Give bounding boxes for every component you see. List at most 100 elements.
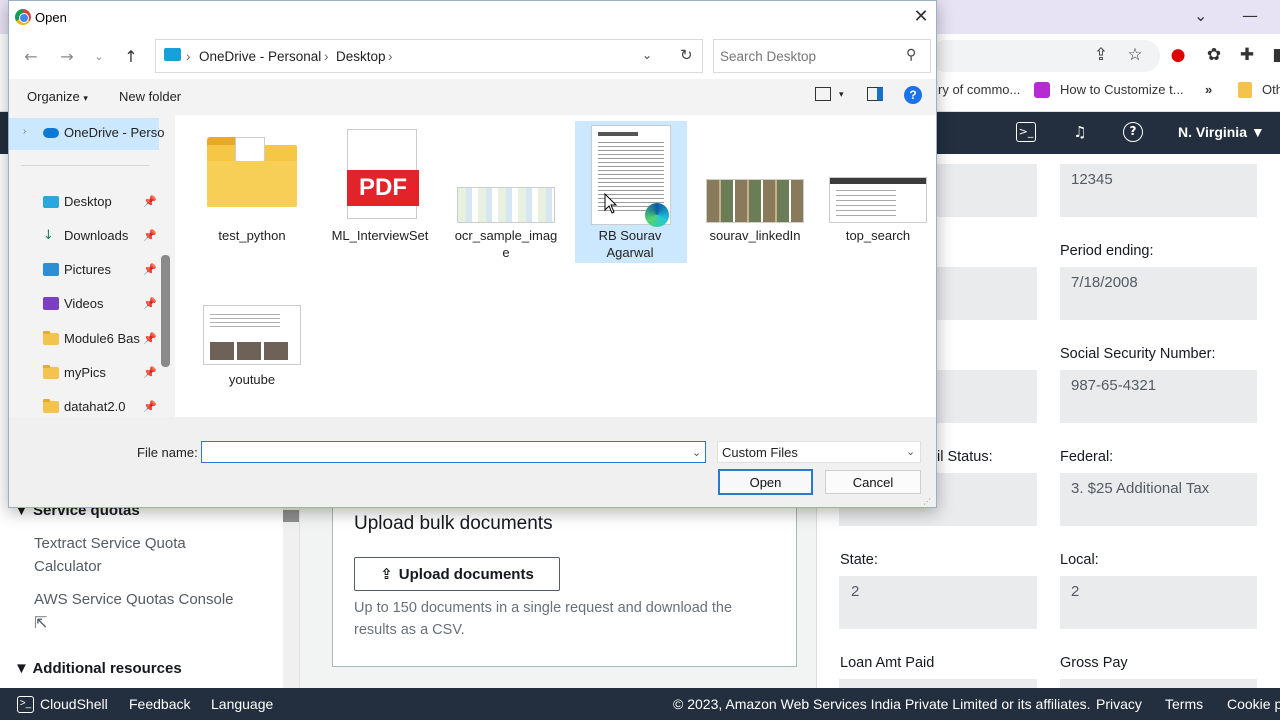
image-thumbnail [706, 179, 804, 223]
chrome-icon [15, 9, 31, 25]
footer-terms[interactable]: Terms [1165, 696, 1203, 712]
file-item[interactable]: sourav_linkedIn [700, 121, 810, 261]
breadcrumb-desktop[interactable]: Desktop [336, 49, 386, 64]
organize-button[interactable]: Organize ▾ [27, 89, 88, 104]
footer-cloudshell[interactable]: CloudShell [40, 696, 108, 712]
help-icon[interactable]: ? [1123, 122, 1143, 142]
image-thumbnail [829, 177, 927, 223]
region-selector[interactable]: N. Virginia ▼ [1178, 124, 1265, 140]
state-label: State: [840, 552, 878, 568]
dialog-nav-row: ← → ⌄ ↑ › OneDrive - Personal › Desktop … [9, 33, 936, 79]
tab-search-chevron-icon[interactable]: ⌄ [1194, 6, 1207, 25]
federal-value: 3. $25 Additional Tax [1071, 480, 1210, 497]
breadcrumb-separator: › [186, 49, 191, 64]
new-folder-button[interactable]: New folder [119, 89, 181, 104]
cloudshell-icon[interactable]: >_ [17, 696, 34, 713]
help-icon[interactable]: ? [904, 86, 922, 104]
nav-module6[interactable]: Module6 Bas [43, 330, 140, 346]
file-name-input[interactable] [202, 442, 672, 462]
nav-datahat-label: datahat2.0 [64, 399, 126, 414]
star-icon[interactable]: ☆ [1124, 44, 1146, 66]
footer-privacy[interactable]: Privacy [1096, 696, 1142, 712]
field-value: 12345 [1071, 171, 1113, 188]
bookmark-item[interactable]: How to Customize t... [1060, 82, 1184, 98]
sidebar-scrollbar[interactable] [283, 500, 299, 688]
share-icon[interactable]: ⇪ [1090, 44, 1112, 66]
file-type-value: Custom Files [722, 445, 798, 460]
footer-language[interactable]: Language [211, 696, 273, 712]
nav-pictures[interactable]: Pictures [43, 262, 111, 277]
file-item[interactable]: ocr_sample_imag e [451, 121, 561, 263]
minimize-icon[interactable]: — [1242, 6, 1258, 25]
chevron-down-icon[interactable]: ⌄ [642, 48, 652, 62]
refresh-icon[interactable]: ↻ [680, 46, 693, 64]
file-item[interactable]: PDF ML_InterviewSet [325, 121, 435, 261]
recent-locations-chevron-icon[interactable]: ⌄ [87, 45, 111, 69]
bookmarks-overflow[interactable]: » [1205, 82, 1212, 98]
nav-mypics[interactable]: myPics [43, 364, 106, 380]
external-link-icon[interactable]: ⇱ [34, 612, 47, 635]
upload-description: Up to 150 documents in a single request … [354, 600, 733, 638]
file-name-combobox[interactable]: ⌄ [201, 441, 706, 463]
puzzle-icon[interactable]: ✚ [1236, 44, 1258, 66]
footer-feedback[interactable]: Feedback [129, 696, 190, 712]
file-item[interactable]: youtube [197, 285, 307, 395]
pin-icon: 📌 [143, 400, 157, 413]
quota-calculator-link[interactable]: Textract Service Quota Calculator [34, 532, 234, 578]
file-name: Agarwal [606, 245, 654, 260]
notifications-bell-icon[interactable]: ♫ [1070, 122, 1090, 142]
dialog-bottom-bar: File name: ⌄ Custom Files ⌄ Open Cancel … [9, 417, 936, 507]
file-item-selected[interactable]: RB Sourav Agarwal [575, 121, 687, 263]
cloudshell-icon[interactable]: >_ [1016, 122, 1036, 142]
nav-scrollbar[interactable] [161, 255, 170, 367]
footer-cookie[interactable]: Cookie pr [1227, 696, 1280, 712]
nav-onedrive[interactable]: OneDrive - Perso [43, 125, 164, 140]
additional-resources-heading[interactable]: ▼ Additional resources [14, 660, 182, 677]
breadcrumb-onedrive[interactable]: OneDrive - Personal [199, 49, 321, 64]
upload-icon: ⇪ [380, 565, 393, 583]
file-name: ML_InterviewSet [331, 228, 429, 243]
federal-label: Federal: [1060, 449, 1114, 465]
organize-label: Organize [27, 89, 80, 104]
chevron-down-icon[interactable]: ⌄ [692, 446, 701, 459]
back-arrow-icon[interactable]: ← [19, 45, 43, 69]
up-arrow-icon[interactable]: ↑ [119, 45, 143, 69]
form-field-box [1060, 679, 1257, 688]
dialog-title: Open [35, 10, 67, 25]
address-breadcrumb[interactable]: › OneDrive - Personal › Desktop › ⌄ ↻ [155, 39, 703, 73]
search-icon[interactable]: ⚲ [906, 47, 916, 63]
nav-downloads[interactable]: ↓ Downloads [43, 228, 128, 243]
expand-chevron-icon[interactable]: › [23, 126, 26, 137]
preview-pane-icon[interactable] [867, 87, 883, 101]
search-input[interactable] [720, 46, 900, 66]
open-button[interactable]: Open [718, 469, 813, 495]
period-ending-value: 7/18/2008 [1071, 274, 1138, 291]
nav-videos[interactable]: Videos [43, 296, 104, 311]
nav-onedrive-label: OneDrive - Perso [64, 125, 165, 140]
cancel-button[interactable]: Cancel [825, 470, 921, 494]
resize-grip-icon[interactable]: ⋰ [923, 497, 931, 506]
image-thumbnail [203, 305, 301, 365]
service-quotas-console-link[interactable]: AWS Service Quotas Console [34, 588, 234, 611]
file-type-select[interactable]: Custom Files ⌄ [717, 441, 921, 463]
close-icon[interactable]: ✕ [909, 5, 933, 29]
file-item[interactable]: top_search [823, 121, 933, 261]
file-item[interactable]: test_python [197, 121, 307, 261]
nav-desktop[interactable]: Desktop [43, 194, 112, 209]
folder-icon [1238, 82, 1252, 98]
file-name: RB Sourav [598, 228, 662, 243]
footer-copyright: © 2023, Amazon Web Services India Privat… [673, 696, 1091, 712]
opera-icon[interactable]: ● [1167, 44, 1189, 66]
forward-arrow-icon[interactable]: → [55, 45, 79, 69]
bookmark-item[interactable]: Oth [1262, 82, 1280, 98]
chevron-down-icon[interactable]: ▾ [839, 89, 844, 100]
search-box[interactable]: ⚲ [713, 39, 931, 73]
bookmark-item[interactable]: ry of commo... [938, 82, 1020, 98]
period-ending-label: Period ending: [1060, 243, 1154, 259]
extension-icon[interactable]: ✿ [1203, 44, 1225, 66]
upload-documents-button[interactable]: ⇪ Upload documents [354, 557, 560, 591]
nav-datahat[interactable]: datahat2.0 [43, 398, 126, 414]
view-icon[interactable] [815, 87, 831, 101]
toolbar-overflow-icon[interactable]: ▮ [1266, 44, 1280, 66]
bookmark-favicon [1034, 82, 1050, 98]
